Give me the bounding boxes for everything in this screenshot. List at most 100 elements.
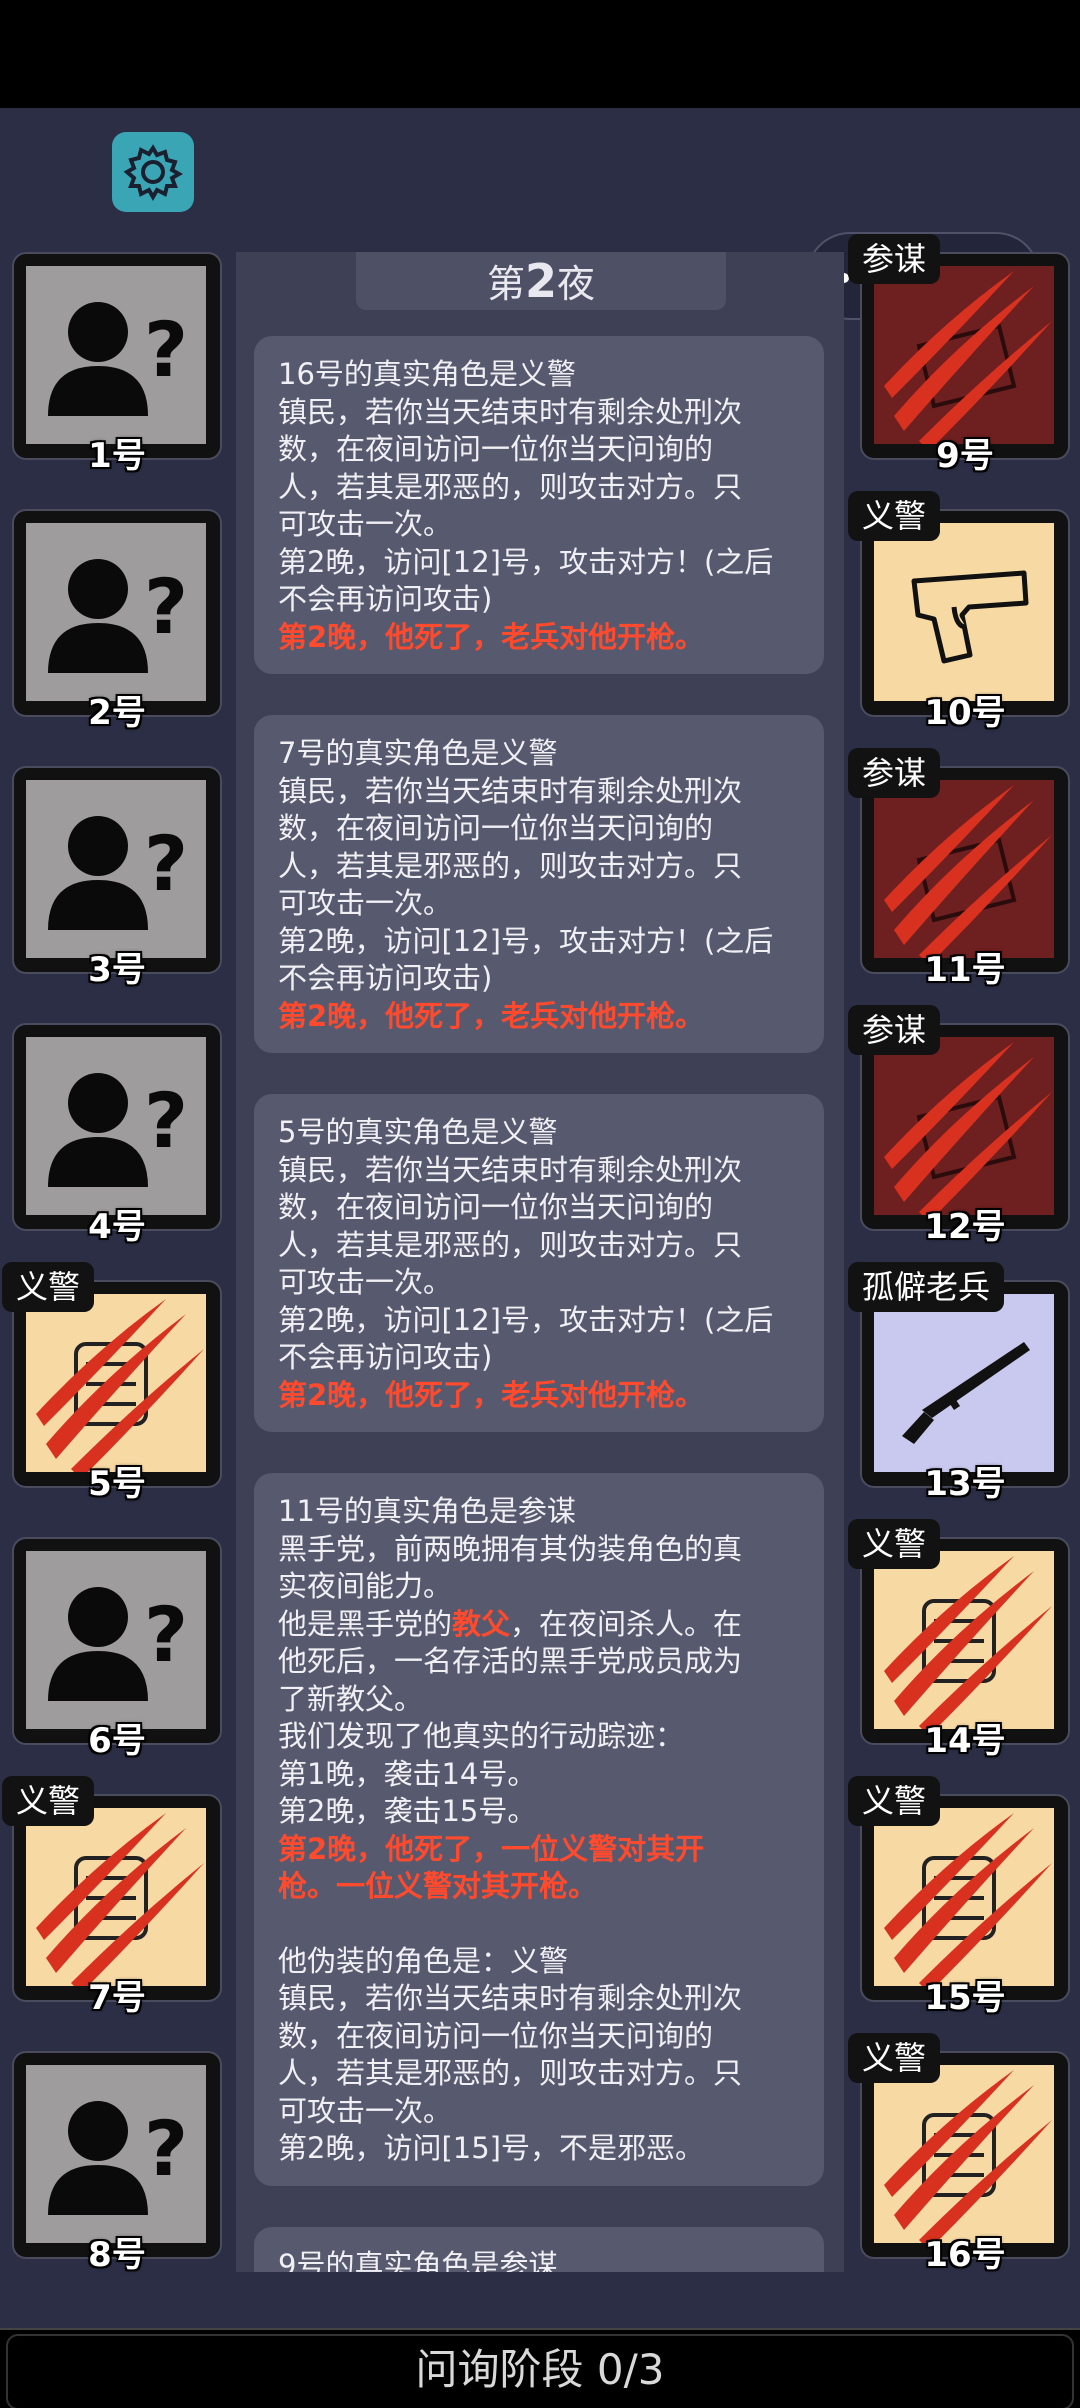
seat-portrait: ? bbox=[26, 2065, 206, 2243]
claw-marks-icon bbox=[884, 1042, 1052, 1215]
role-tag: 参谋 bbox=[848, 234, 941, 284]
seat-number: 10号 bbox=[924, 693, 1006, 733]
seat-16号[interactable]: 16号 义警 bbox=[848, 2033, 1070, 2275]
seat-portrait bbox=[874, 1551, 1054, 1729]
report-card-partial: 9号的真实角色是参谋 bbox=[254, 2227, 824, 2272]
death-note: 第2晚，他死了，老兵对他开枪。 bbox=[278, 1377, 705, 1412]
seat-portrait bbox=[874, 266, 1054, 444]
dead-mafia-icon bbox=[884, 1042, 1052, 1215]
death-note: 第2晚，他死了，一位义警对其开 bbox=[278, 1831, 705, 1866]
card-text: 实夜间能力。 bbox=[278, 1569, 453, 1603]
seat-4号[interactable]: ? 4号 bbox=[12, 1023, 222, 1247]
card-text: 第2晚，访问[12]号，攻击对方！(之后 bbox=[278, 1302, 774, 1337]
night-title: 第2夜 bbox=[356, 252, 726, 310]
seat-number: 14号 bbox=[924, 1721, 1006, 1761]
seat-number: 3号 bbox=[88, 950, 146, 990]
card-text: 黑手党，前两晚拥有其伪装角色的真 bbox=[278, 1531, 743, 1566]
death-note: 第2晚，他死了，老兵对他开枪。 bbox=[278, 998, 705, 1033]
seat-15号[interactable]: 15号 义警 bbox=[848, 1776, 1070, 2018]
card-text: 镇民，若你当天结束时有剩余处刑次 bbox=[278, 1981, 743, 2015]
card-text: 第2晚，访问[12]号，攻击对方！(之后 bbox=[278, 923, 774, 958]
role-tag: 义警 bbox=[2, 1262, 95, 1312]
seat-number: 13号 bbox=[924, 1464, 1006, 1504]
card-text: 他是黑手党的教父，在夜间杀人。在 bbox=[278, 1606, 802, 1644]
role-tag: 义警 bbox=[2, 1776, 95, 1826]
card-text-part: ，在夜间杀人。在 bbox=[510, 1606, 743, 1641]
unknown-player-icon: ? bbox=[48, 1073, 188, 1187]
death-note: 枪。一位义警对其开枪。 bbox=[278, 1869, 598, 1903]
dead-mafia-icon bbox=[884, 271, 1052, 444]
seat-11号[interactable]: 11号 参谋 bbox=[848, 748, 1070, 990]
seat-number: 1号 bbox=[88, 436, 146, 476]
seat-portrait bbox=[874, 523, 1054, 701]
seat-8号[interactable]: ? 8号 bbox=[12, 2051, 222, 2275]
seat-10号[interactable]: 10号 义警 bbox=[848, 491, 1070, 733]
claw-marks-icon bbox=[884, 271, 1052, 444]
card-text: 镇民，若你当天结束时有剩余处刑次 bbox=[278, 773, 743, 808]
seat-number: 8号 bbox=[88, 2235, 146, 2275]
seat-number: 16号 bbox=[924, 2235, 1006, 2275]
card-text: 镇民，若你当天结束时有剩余处刑次 bbox=[278, 394, 743, 429]
card-text: 第2晚，袭击15号。 bbox=[278, 1794, 537, 1828]
card-text: 他伪装的角色是：义警 bbox=[278, 1943, 569, 1978]
seat-number: 12号 bbox=[924, 1207, 1006, 1247]
card-text: 不会再访问攻击) bbox=[278, 961, 493, 995]
seat-7号[interactable]: 7号 义警 bbox=[2, 1776, 222, 2018]
card-text: 第1晚，袭击14号。 bbox=[278, 1756, 537, 1791]
card-text: 可攻击一次。 bbox=[278, 1265, 453, 1299]
card-text: 数，在夜间访问一位你当天问询的 bbox=[278, 1190, 714, 1224]
rifle-icon bbox=[902, 1342, 1030, 1444]
role-tag: 义警 bbox=[848, 491, 941, 541]
claw-marks-icon bbox=[884, 785, 1052, 958]
svg-text:?: ? bbox=[144, 2104, 188, 2193]
card-text: 人，若其是邪恶的，则攻击对方。只 bbox=[278, 848, 743, 883]
pistol-icon bbox=[911, 570, 1029, 664]
svg-text:?: ? bbox=[144, 1076, 188, 1165]
gear-icon bbox=[123, 144, 183, 202]
seat-number: 7号 bbox=[88, 1978, 146, 2018]
godfather-highlight: 教父 bbox=[452, 1606, 511, 1641]
seat-portrait: ? bbox=[26, 1551, 206, 1729]
seat-1号[interactable]: ? 1号 bbox=[12, 252, 222, 476]
seat-portrait: ? bbox=[26, 266, 206, 444]
card-text: 人，若其是邪恶的，则攻击对方。只 bbox=[278, 1227, 743, 1262]
card-title: 7号的真实角色是义警 bbox=[278, 736, 558, 770]
svg-text:?: ? bbox=[144, 819, 188, 908]
card-text: 人，若其是邪恶的，则攻击对方。只 bbox=[278, 2056, 743, 2090]
unknown-player-icon: ? bbox=[48, 1587, 188, 1701]
settings-button[interactable] bbox=[112, 132, 194, 212]
phase-label: 问询阶段 0/3 bbox=[415, 2345, 665, 2394]
night-report-panel[interactable]: 第2夜 16号的真实角色是义警 镇民，若你当天结束时有剩余处刑次 数，在夜间访问一位… bbox=[236, 252, 844, 2272]
role-tag: 义警 bbox=[848, 1519, 941, 1569]
seat-14号[interactable]: 14号 义警 bbox=[848, 1519, 1070, 1761]
seat-portrait bbox=[874, 1808, 1054, 1986]
seat-2号[interactable]: ? 2号 bbox=[12, 509, 222, 733]
seat-number: 6号 bbox=[88, 1721, 146, 1761]
seat-portrait bbox=[874, 2065, 1054, 2243]
seat-5号[interactable]: 5号 义警 bbox=[2, 1262, 222, 1504]
seat-number: 4号 bbox=[88, 1207, 146, 1247]
seat-number: 11号 bbox=[924, 950, 1006, 990]
card-title: 9号的真实角色是参谋 bbox=[278, 2248, 558, 2272]
card-text: 数，在夜间访问一位你当天问询的 bbox=[278, 432, 714, 466]
dead-vigilante-icon bbox=[884, 1813, 1052, 1986]
seat-6号[interactable]: ? 6号 bbox=[12, 1537, 222, 1761]
dead-vigilante-icon bbox=[36, 1813, 204, 1986]
seat-portrait bbox=[26, 1808, 206, 1986]
card-text: 了新教父。 bbox=[278, 1681, 424, 1716]
card-text: 他死后，一名存活的黑手党成员成为 bbox=[278, 1644, 743, 1678]
seat-3号[interactable]: ? 3号 bbox=[12, 766, 222, 990]
claw-marks-icon bbox=[36, 1813, 204, 1986]
seat-13号[interactable]: 13号 孤僻老兵 bbox=[848, 1262, 1070, 1504]
card-text: 人，若其是邪恶的，则攻击对方。只 bbox=[278, 469, 743, 504]
card-title: 5号的真实角色是义警 bbox=[278, 1115, 558, 1149]
dead-vigilante-icon bbox=[36, 1299, 204, 1472]
role-tag: 孤僻老兵 bbox=[848, 1262, 1005, 1312]
seat-number: 9号 bbox=[936, 436, 994, 476]
card-text: 可攻击一次。 bbox=[278, 507, 453, 541]
seat-12号[interactable]: 12号 参谋 bbox=[848, 1005, 1070, 1247]
card-text: 可攻击一次。 bbox=[278, 886, 453, 920]
seat-9号[interactable]: 9号 参谋 bbox=[848, 234, 1070, 476]
seat-portrait bbox=[874, 1037, 1054, 1215]
